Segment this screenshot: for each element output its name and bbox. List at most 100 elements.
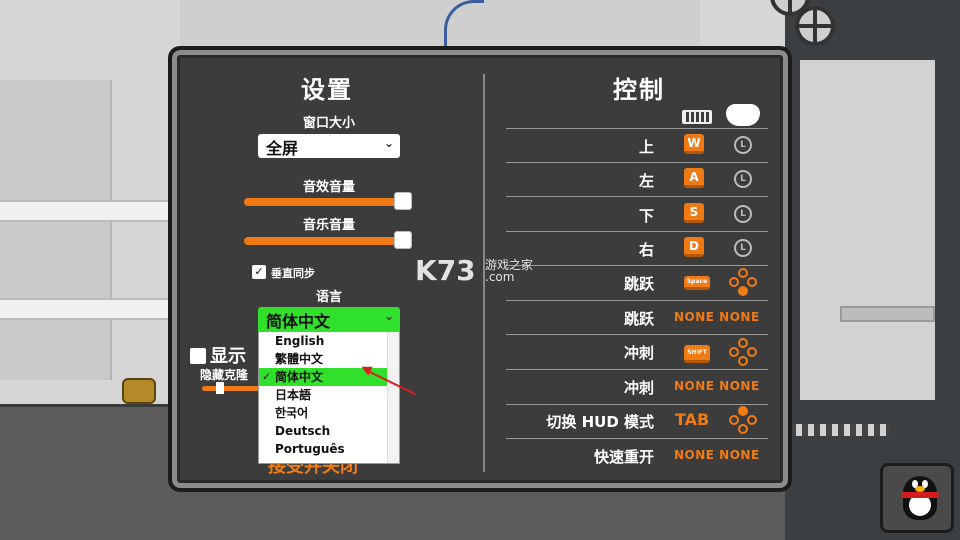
language-option[interactable]: 繁體中文 — [259, 350, 399, 368]
sfx-volume-knob[interactable] — [394, 192, 412, 210]
window-size-select[interactable]: 全屏 ⌄ — [258, 134, 400, 158]
window-size-label: 窗口大小 — [302, 116, 355, 131]
language-option-label: English — [275, 334, 325, 348]
row-divider — [506, 369, 768, 370]
face-buttons-icon[interactable] — [729, 268, 759, 298]
music-volume-slider[interactable] — [244, 231, 412, 249]
row-divider — [506, 438, 768, 439]
qq-penguin-badge[interactable] — [880, 463, 954, 533]
controls-title: 控制 — [613, 76, 665, 104]
window-size-value: 全屏 — [266, 139, 299, 158]
show-label: 显示 — [210, 346, 246, 367]
sfx-volume-fill — [244, 198, 404, 206]
language-option-label: Português — [275, 442, 345, 456]
control-label-up: 上 — [638, 138, 654, 156]
background-right-wall — [800, 60, 935, 400]
music-volume-label: 音乐音量 — [302, 218, 355, 233]
row-divider — [506, 334, 768, 335]
music-volume-fill — [244, 237, 404, 245]
language-option-label: 한국어 — [275, 406, 309, 420]
pad-binding-text: NONE — [719, 310, 760, 324]
control-label-right: 右 — [638, 241, 654, 259]
background-spikes — [790, 424, 890, 436]
background-panel-top — [180, 0, 700, 48]
key-s-button[interactable]: S — [684, 203, 704, 223]
language-option-label: Deutsch — [275, 424, 331, 438]
dropdown-scrollbar[interactable] — [387, 332, 399, 463]
face-buttons-icon[interactable] — [729, 406, 759, 436]
hide-clone-slider[interactable] — [202, 386, 262, 391]
sfx-volume-slider[interactable] — [244, 192, 412, 210]
checkmark-icon: ✓ — [262, 370, 272, 383]
vsync-checkbox[interactable]: ✓ — [252, 265, 266, 279]
key-tab-button[interactable]: TAB — [675, 410, 709, 429]
show-option[interactable]: 显示 — [190, 342, 246, 368]
language-option-label: 简体中文 — [275, 370, 324, 384]
control-label-jump: 跳跃 — [623, 275, 654, 293]
row-divider — [506, 404, 768, 405]
stick-up-icon[interactable]: L — [734, 136, 752, 154]
pad-binding-text: NONE — [719, 448, 760, 462]
language-value: 简体中文 — [266, 312, 331, 331]
language-dropdown-list: English 繁體中文 ✓ 简体中文 日本語 한국어 Deutsch Portu… — [258, 331, 400, 464]
key-d-button[interactable]: D — [684, 237, 704, 257]
background-stripe — [0, 298, 170, 320]
binding-unassigned[interactable]: NONE NONE — [674, 448, 760, 462]
key-a-button[interactable]: A — [684, 168, 704, 188]
show-checkbox[interactable] — [190, 348, 206, 364]
language-select[interactable]: 简体中文 ⌄ — [258, 307, 400, 331]
binding-unassigned[interactable]: NONE NONE — [674, 310, 760, 324]
row-divider — [506, 265, 768, 266]
row-divider — [506, 162, 768, 163]
control-label-jump-alt: 跳跃 — [623, 310, 654, 328]
row-divider — [506, 300, 768, 301]
language-option[interactable]: 日本語 — [259, 386, 399, 404]
background-panel-left — [0, 80, 112, 380]
settings-title: 设置 — [301, 76, 353, 104]
key-shift-button[interactable]: SHIFT — [684, 345, 710, 363]
watermark-logo: K73 游戏之家 .com — [415, 254, 533, 287]
key-binding-text: NONE — [674, 379, 715, 393]
language-option[interactable]: Português — [259, 440, 399, 458]
background-stripe — [0, 200, 170, 222]
watermark-domain: .com — [485, 270, 515, 284]
binding-unassigned[interactable]: NONE NONE — [674, 379, 760, 393]
keyboard-icon — [682, 110, 712, 124]
control-label-dash: 冲刺 — [623, 344, 654, 362]
background-ledge — [840, 306, 935, 322]
language-label: 语言 — [315, 290, 342, 305]
key-binding-text: NONE — [674, 310, 715, 324]
key-binding-text: NONE — [674, 448, 715, 462]
penguin-scarf — [901, 492, 939, 498]
row-divider — [506, 196, 768, 197]
chevron-down-icon: ⌄ — [383, 136, 394, 150]
row-divider — [506, 128, 768, 129]
control-label-dash-alt: 冲刺 — [623, 379, 654, 397]
language-option[interactable]: English — [259, 332, 399, 350]
hide-clone-label: 隐藏克隆 — [200, 368, 249, 382]
control-label-left: 左 — [638, 172, 654, 190]
stick-left-icon[interactable]: L — [734, 170, 752, 188]
stick-right-icon[interactable]: L — [734, 239, 752, 257]
control-label-down: 下 — [638, 207, 654, 225]
gamepad-icon — [726, 104, 760, 126]
sfx-volume-label: 音效音量 — [302, 180, 355, 195]
key-w-button[interactable]: W — [684, 134, 704, 154]
hide-clone-knob[interactable] — [216, 382, 224, 394]
watermark-logo-text: K73 — [415, 254, 476, 287]
control-label-toggle-hud: 切换 HUD 模式 — [546, 413, 654, 431]
face-buttons-icon[interactable] — [729, 338, 759, 368]
vsync-label: 垂直同步 — [271, 267, 315, 280]
language-option-label: 日本語 — [275, 388, 312, 402]
settings-dialog: 设置 窗口大小 全屏 ⌄ 音效音量 音乐音量 ✓ 垂直同步 语言 显示 隐藏克隆… — [168, 46, 792, 492]
language-option[interactable]: 한국어 — [259, 404, 399, 422]
barrel-icon — [122, 378, 156, 404]
music-volume-knob[interactable] — [394, 231, 412, 249]
control-label-quick-restart: 快速重开 — [593, 448, 654, 466]
row-divider — [506, 231, 768, 232]
pad-binding-text: NONE — [719, 379, 760, 393]
key-space-button[interactable]: Space — [684, 276, 710, 290]
stick-down-icon[interactable]: L — [734, 205, 752, 223]
language-option[interactable]: Deutsch — [259, 422, 399, 440]
language-option-label: 繁體中文 — [275, 352, 324, 366]
